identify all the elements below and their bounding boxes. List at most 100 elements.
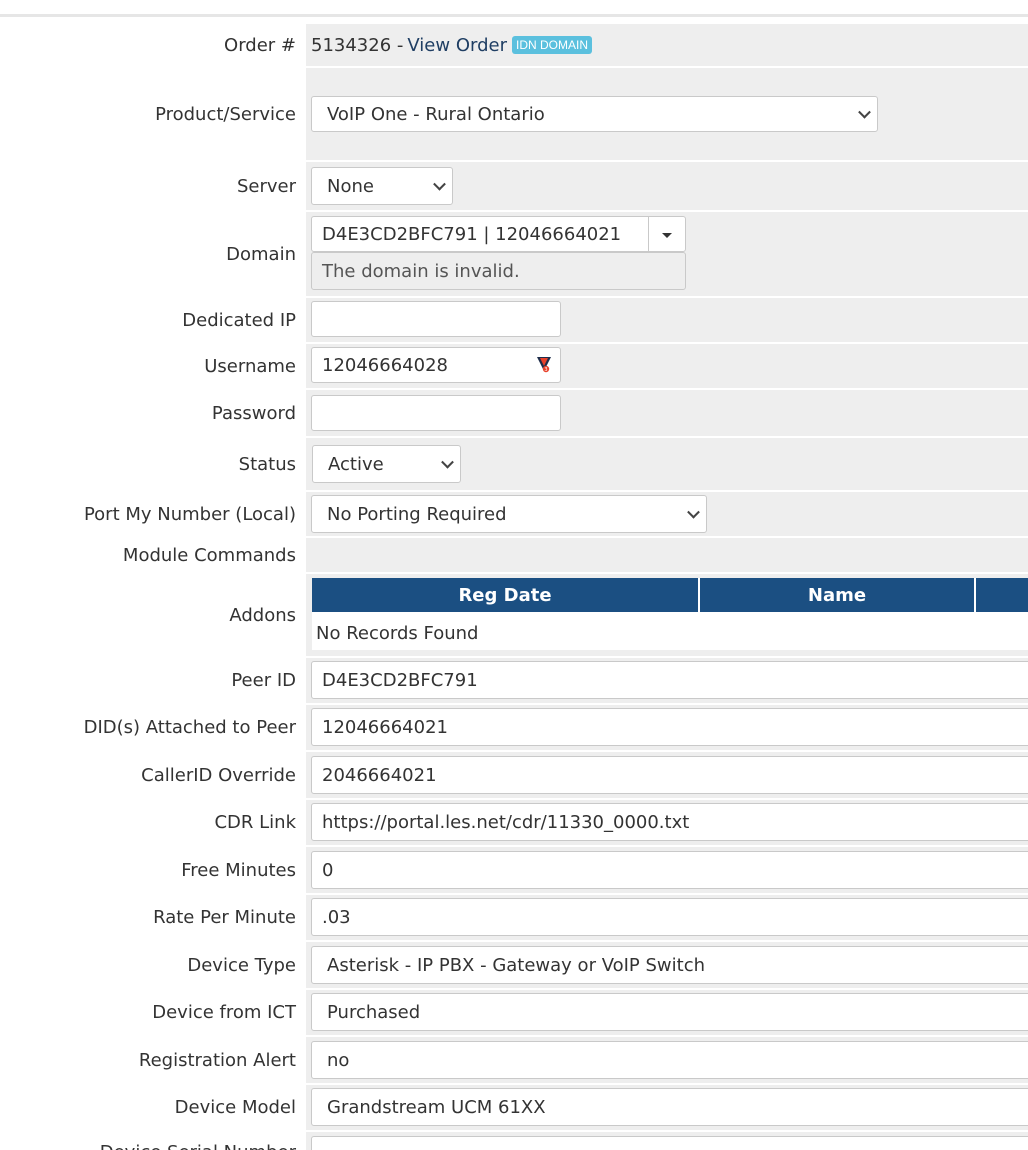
addons-table: Reg Date Name No Records Found (312, 578, 1028, 650)
port-my-number-value: No Porting Required (327, 503, 507, 525)
device-type-label: Device Type (187, 954, 296, 976)
peer-id-label: Peer ID (231, 670, 296, 691)
server-label: Server (236, 175, 296, 197)
peer-id-field: D4E3CD2BFC791 (306, 658, 1028, 703)
device-type-field: Asterisk - IP PBX - Gateway or VoIP Swit… (306, 942, 1028, 988)
free-minutes-field: 0 (306, 847, 1028, 893)
callerid-label: CallerID Override (141, 764, 296, 786)
domain-value: D4E3CD2BFC791 | 12046664021 (322, 223, 622, 245)
order-field: 5134326 - View Order IDN DOMAIN (306, 24, 1028, 66)
addons-empty-message: No Records Found (316, 623, 479, 644)
status-field: Active (306, 438, 1028, 490)
addons-field: Reg Date Name No Records Found (306, 574, 1028, 656)
registration-alert-label: Registration Alert (138, 1049, 296, 1071)
order-number: 5134326 - (311, 34, 404, 56)
dids-row: DID(s) Attached to Peer 12046664021 (0, 705, 1028, 750)
device-type-row: Device Type Asterisk - IP PBX - Gateway … (0, 942, 1028, 988)
device-model-select[interactable]: Grandstream UCM 61XX (311, 1088, 1028, 1126)
device-model-label: Device Model (174, 1097, 296, 1118)
server-field: None (306, 162, 1028, 210)
addons-header-reg-date[interactable]: Reg Date (312, 578, 698, 612)
domain-row: Domain D4E3CD2BFC791 | 12046664021 The d… (0, 212, 1028, 296)
password-row: Password (0, 390, 1028, 436)
device-model-field: Grandstream UCM 61XX (306, 1085, 1028, 1130)
dedicated-ip-label: Dedicated IP (182, 309, 296, 331)
status-label: Status (238, 453, 296, 475)
addons-header-name[interactable]: Name (700, 578, 974, 612)
server-value: None (327, 175, 374, 197)
dids-label: DID(s) Attached to Peer (83, 717, 296, 738)
server-select[interactable]: None (311, 167, 453, 205)
callerid-row: CallerID Override 2046664021 (0, 752, 1028, 798)
dedicated-ip-input[interactable] (311, 301, 561, 337)
password-manager-icon[interactable]: 3 (536, 356, 552, 374)
domain-dropdown-toggle[interactable] (648, 217, 685, 251)
dedicated-ip-field (306, 298, 1028, 342)
dids-field: 12046664021 (306, 705, 1028, 750)
dids-input[interactable]: 12046664021 (311, 708, 1028, 746)
dedicated-ip-row: Dedicated IP (0, 298, 1028, 342)
chevron-down-icon (687, 505, 700, 519)
cdr-link-row: CDR Link https://portal.les.net/cdr/1133… (0, 800, 1028, 845)
status-select[interactable]: Active (312, 445, 461, 483)
top-divider (0, 14, 1028, 17)
username-value: 12046664028 (322, 354, 448, 376)
port-my-number-select[interactable]: No Porting Required (311, 495, 707, 533)
domain-invalid-message: The domain is invalid. (311, 252, 686, 290)
username-input[interactable]: 12046664028 3 (311, 347, 561, 383)
free-minutes-row: Free Minutes 0 (0, 847, 1028, 893)
device-model-row: Device Model Grandstream UCM 61XX (0, 1085, 1028, 1130)
order-label: Order # (224, 34, 296, 56)
rate-per-minute-input[interactable]: .03 (311, 898, 1028, 936)
registration-alert-field: no (306, 1037, 1028, 1083)
module-commands-row: Module Commands (0, 538, 1028, 572)
product-service-label: Product/Service (155, 103, 296, 125)
cdr-link-label: CDR Link (214, 812, 296, 833)
server-row: Server None (0, 162, 1028, 210)
status-value: Active (328, 453, 384, 475)
rate-per-minute-row: Rate Per Minute .03 (0, 895, 1028, 940)
password-input[interactable] (311, 395, 561, 431)
svg-text:3: 3 (544, 367, 547, 373)
registration-alert-row: Registration Alert no (0, 1037, 1028, 1083)
chevron-down-icon (858, 105, 871, 119)
password-field (306, 390, 1028, 436)
device-serial-field (306, 1132, 1028, 1150)
domain-combobox[interactable]: D4E3CD2BFC791 | 12046664021 (311, 216, 686, 252)
device-from-ict-label: Device from ICT (152, 1002, 296, 1023)
peer-id-input[interactable]: D4E3CD2BFC791 (311, 661, 1028, 699)
callerid-field: 2046664021 (306, 752, 1028, 798)
device-from-ict-select[interactable]: Purchased (311, 993, 1028, 1031)
rate-per-minute-field: .03 (306, 895, 1028, 940)
cdr-link-field: https://portal.les.net/cdr/11330_0000.tx… (306, 800, 1028, 845)
order-number-group: 5134326 - View Order IDN DOMAIN (311, 24, 592, 66)
module-commands-label: Module Commands (122, 544, 296, 566)
free-minutes-input[interactable]: 0 (311, 851, 1028, 889)
cdr-link-input[interactable]: https://portal.les.net/cdr/11330_0000.tx… (311, 803, 1028, 841)
product-service-select[interactable]: VoIP One - Rural Ontario (311, 96, 878, 132)
username-label: Username (204, 355, 296, 377)
device-from-ict-row: Device from ICT Purchased (0, 990, 1028, 1035)
caret-down-icon (662, 233, 672, 238)
domain-field: D4E3CD2BFC791 | 12046664021 The domain i… (306, 212, 1028, 296)
device-type-select[interactable]: Asterisk - IP PBX - Gateway or VoIP Swit… (311, 946, 1028, 984)
view-order-link[interactable]: View Order (407, 35, 507, 56)
peer-id-row: Peer ID D4E3CD2BFC791 (0, 658, 1028, 703)
username-row: Username 12046664028 3 (0, 344, 1028, 388)
product-service-row: Product/Service VoIP One - Rural Ontario (0, 68, 1028, 160)
username-field: 12046664028 3 (306, 344, 1028, 388)
device-serial-input[interactable] (311, 1136, 1028, 1150)
chevron-down-icon (433, 177, 446, 191)
registration-alert-select[interactable]: no (311, 1041, 1028, 1079)
addons-row: Addons Reg Date Name No Records Found (0, 574, 1028, 656)
callerid-input[interactable]: 2046664021 (311, 756, 1028, 794)
addons-label: Addons (229, 604, 296, 626)
device-from-ict-field: Purchased (306, 990, 1028, 1035)
device-serial-row: Device Serial Number (0, 1132, 1028, 1150)
module-commands-field (306, 538, 1028, 572)
domain-label: Domain (226, 243, 296, 265)
port-my-number-label: Port My Number (Local) (83, 503, 296, 525)
addons-header-extra[interactable] (976, 578, 1028, 612)
port-my-number-field: No Porting Required (306, 492, 1028, 536)
chevron-down-icon (441, 455, 454, 469)
